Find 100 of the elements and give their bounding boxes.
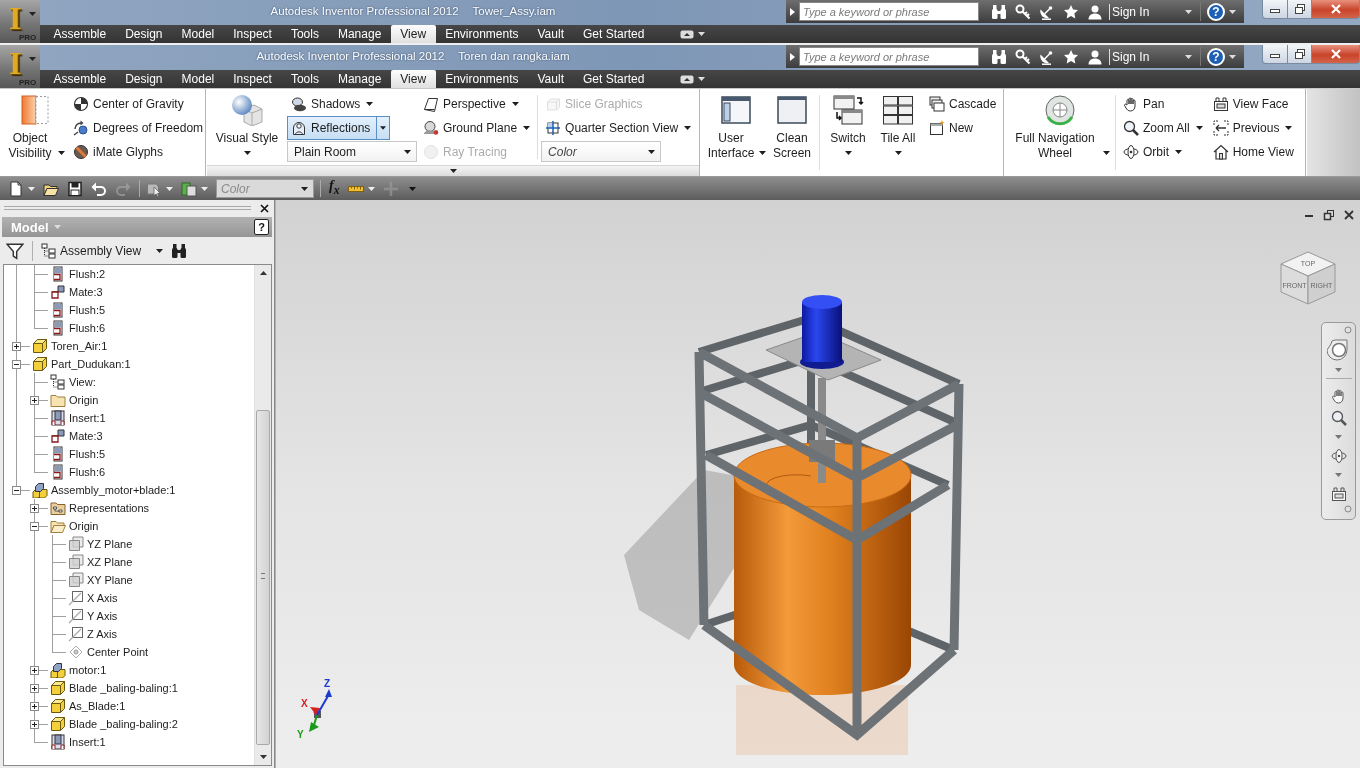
ribbon-button[interactable]: Home View — [1208, 140, 1298, 164]
ribbon-tab[interactable]: Inspect — [223, 70, 282, 88]
ribbon-tab[interactable]: Vault — [528, 25, 574, 43]
ribbon-button[interactable]: iMate Glyphs — [69, 140, 168, 164]
ribbon-tab[interactable]: Get Started — [573, 25, 654, 43]
close-button[interactable] — [1312, 0, 1360, 19]
search-field[interactable]: Type a keyword or phrase — [799, 2, 979, 21]
caret-icon[interactable] — [1103, 151, 1110, 155]
tree-item[interactable]: Origin — [68, 392, 100, 408]
ribbon-tab[interactable]: Model — [172, 25, 224, 43]
caret-icon[interactable] — [523, 126, 531, 130]
caret-icon[interactable] — [156, 248, 164, 253]
star-icon[interactable] — [1063, 48, 1079, 65]
caret-icon[interactable] — [1229, 9, 1236, 14]
tree-item[interactable]: Blade _baling-baling:2 — [68, 716, 179, 732]
restore-icon[interactable] — [1323, 209, 1335, 221]
ribbon-button[interactable]: View Face — [1208, 92, 1293, 116]
expand-toggle[interactable] — [30, 684, 39, 693]
scrollbar-thumb[interactable] — [256, 410, 270, 745]
expand-toggle[interactable] — [12, 360, 21, 369]
tree-item[interactable]: Flush:5 — [68, 446, 107, 462]
ribbon-tab[interactable]: Manage — [328, 70, 391, 88]
caret-icon[interactable] — [449, 169, 457, 173]
key-icon[interactable] — [1015, 3, 1031, 20]
tree-item[interactable]: Flush:5 — [68, 302, 107, 318]
ribbon-tab[interactable]: Environments — [435, 70, 528, 88]
zoom-icon[interactable] — [1330, 410, 1347, 426]
tree-item[interactable]: View: — [68, 374, 97, 390]
tree-item[interactable]: XZ Plane — [86, 554, 134, 570]
restore-button[interactable] — [1288, 45, 1312, 64]
tree-item[interactable]: Representations — [68, 500, 151, 516]
ribbon-button[interactable]: Quarter Section View — [541, 116, 696, 140]
key-icon[interactable] — [1015, 48, 1031, 65]
filter-icon[interactable] — [6, 241, 24, 260]
ribbon-tab[interactable]: Design — [115, 25, 173, 43]
help-button[interactable]: ? — [1207, 2, 1225, 21]
ribbon-large-button[interactable]: Clean Screen — [768, 91, 816, 165]
minimize-button[interactable] — [1262, 0, 1288, 19]
binoculars-icon[interactable] — [171, 242, 188, 259]
expand-toggle[interactable] — [12, 342, 21, 351]
ribbon-button[interactable]: Zoom All — [1119, 116, 1207, 140]
caret-icon[interactable] — [697, 32, 705, 36]
steering-wheel-icon[interactable] — [1326, 338, 1351, 362]
ribbon-tab[interactable]: Design — [115, 70, 173, 88]
tree-item[interactable]: Z Axis — [86, 626, 118, 642]
ribbon-large-button[interactable]: Switch — [823, 91, 873, 165]
expand-toggle[interactable] — [12, 486, 21, 495]
tree-item[interactable]: Flush:6 — [68, 320, 107, 336]
tree-item[interactable]: YZ Plane — [86, 536, 134, 552]
star-icon[interactable] — [1063, 3, 1079, 20]
tree-item[interactable]: Mate:3 — [68, 284, 104, 300]
caret-icon[interactable] — [1185, 9, 1192, 14]
expand-toggle[interactable] — [30, 666, 39, 675]
tree-item[interactable]: Center Point — [86, 644, 150, 660]
view-mode-dropdown[interactable]: Assembly View — [41, 242, 164, 259]
ring-icon[interactable] — [1344, 505, 1352, 513]
ribbon-button[interactable]: Ground Plane — [419, 116, 535, 140]
close-icon[interactable] — [260, 203, 269, 213]
ribbon-button[interactable]: Previous — [1208, 116, 1297, 140]
expand-toggle[interactable] — [30, 504, 39, 513]
ribbon-toggle-icon[interactable] — [679, 29, 694, 39]
ribbon-button[interactable]: Pan — [1119, 92, 1169, 116]
person-icon[interactable] — [1087, 48, 1103, 65]
close-button[interactable] — [1312, 45, 1360, 64]
caret-icon[interactable] — [1175, 150, 1182, 154]
caret-icon[interactable] — [759, 151, 766, 155]
expand-toggle[interactable] — [30, 396, 39, 405]
ribbon-large-button[interactable]: Tile All — [873, 91, 923, 165]
ribbon-button[interactable]: Orbit — [1119, 140, 1186, 164]
expand-toggle[interactable] — [30, 702, 39, 711]
toolbar-button[interactable] — [91, 180, 107, 197]
expand-toggle[interactable] — [30, 720, 39, 729]
tree-item[interactable]: Y Axis — [86, 608, 119, 624]
ribbon-tab[interactable]: Model — [172, 70, 224, 88]
satellite-dish-icon[interactable] — [1039, 48, 1055, 65]
satellite-dish-icon[interactable] — [1039, 3, 1055, 20]
ribbon-tab[interactable]: Vault — [528, 70, 574, 88]
hand-icon[interactable] — [1330, 388, 1347, 404]
binoculars-icon[interactable] — [991, 3, 1007, 20]
caret-icon[interactable] — [684, 126, 692, 130]
search-field[interactable]: Type a keyword or phrase — [799, 47, 979, 66]
expand-arrow-icon[interactable] — [790, 52, 795, 61]
ribbon-button[interactable]: Shadows — [287, 92, 378, 116]
orbit-icon[interactable] — [1330, 448, 1347, 464]
ribbon-tab[interactable]: View — [390, 25, 436, 43]
toolbar-button[interactable] — [67, 180, 83, 197]
caret-icon[interactable] — [697, 77, 705, 81]
expand-toggle[interactable] — [30, 522, 39, 531]
ribbon-toggle-icon[interactable] — [679, 74, 694, 84]
tree-item[interactable]: Part_Dudukan:1 — [50, 356, 132, 372]
help-button[interactable]: ? — [1207, 47, 1225, 66]
ribbon-button[interactable]: Reflections — [287, 116, 391, 140]
caret-icon[interactable] — [243, 151, 251, 155]
caret-icon[interactable] — [301, 186, 308, 191]
dropdown-field[interactable]: Plain Room — [287, 141, 417, 162]
help-button[interactable]: ? — [254, 219, 269, 235]
ring-icon[interactable] — [1344, 326, 1352, 334]
person-icon[interactable] — [1087, 3, 1103, 20]
ribbon-tab[interactable]: Assemble — [44, 70, 116, 88]
ribbon-large-button[interactable]: User Interface — [703, 91, 768, 165]
